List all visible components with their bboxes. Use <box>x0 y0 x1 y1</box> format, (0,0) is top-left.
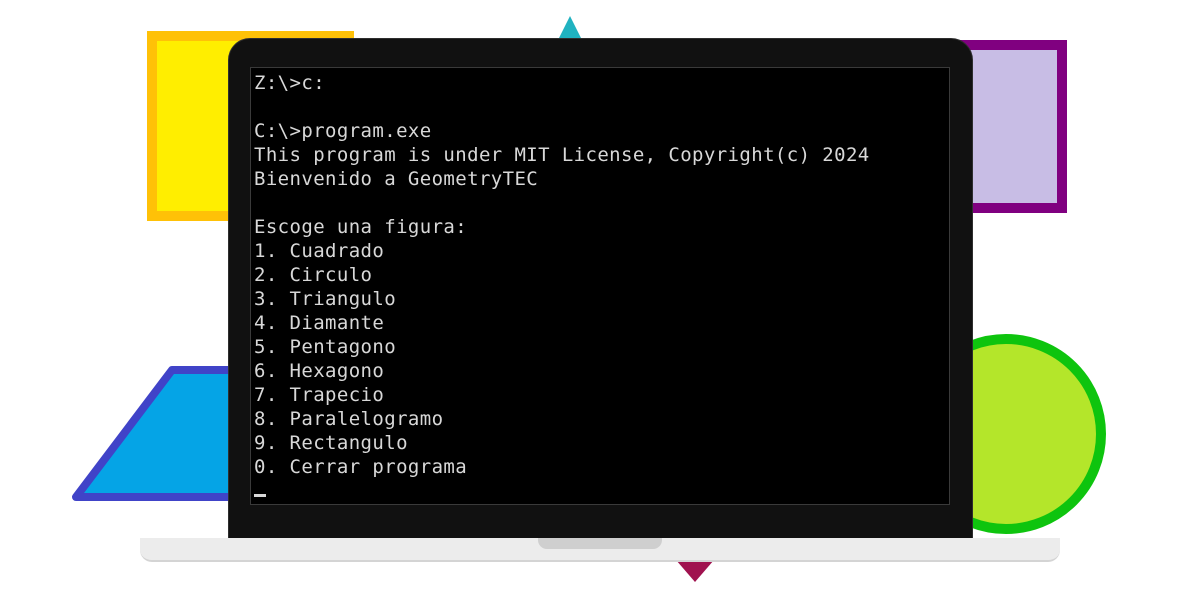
terminal-line: 9. Rectangulo <box>254 432 408 454</box>
terminal-line: This program is under MIT License, Copyr… <box>254 144 870 166</box>
terminal-line: 7. Trapecio <box>254 384 385 406</box>
terminal-line: Escoge una figura: <box>254 216 468 238</box>
terminal-line: Bienvenido a GeometryTEC <box>254 168 539 190</box>
terminal-window[interactable]: Z:\>c: C:\>program.exe This program is und… <box>250 67 950 505</box>
terminal-output: Z:\>c: C:\>program.exe This program is und… <box>254 71 943 500</box>
terminal-line: 8. Paralelogramo <box>254 408 444 430</box>
triangle-shape <box>558 16 582 40</box>
terminal-line: 5. Pentagono <box>254 336 397 358</box>
terminal-line: 3. Triangulo <box>254 288 397 310</box>
illustration: Z:\>c: C:\>program.exe This program is und… <box>0 0 1200 600</box>
diamond-shape <box>676 560 714 582</box>
terminal-line <box>254 479 943 500</box>
terminal-line: 4. Diamante <box>254 312 385 334</box>
terminal-cursor[interactable] <box>254 494 266 497</box>
laptop-notch <box>538 538 662 549</box>
terminal-line: 0. Cerrar programa <box>254 456 468 478</box>
terminal-line: 6. Hexagono <box>254 360 385 382</box>
terminal-line: Z:\>c: <box>254 72 326 94</box>
trapezoid-shape <box>72 366 244 501</box>
terminal-line: 1. Cuadrado <box>254 240 385 262</box>
terminal-line: 2. Circulo <box>254 264 373 286</box>
terminal-line: C:\>program.exe <box>254 120 432 142</box>
